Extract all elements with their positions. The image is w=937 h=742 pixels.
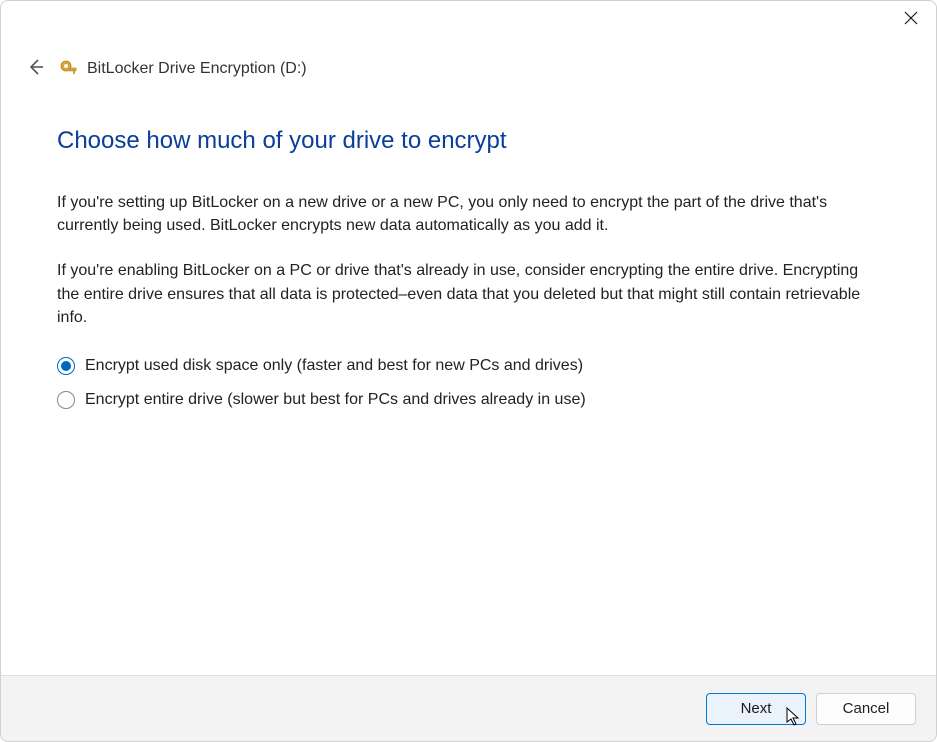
header-row: BitLocker Drive Encryption (D:) xyxy=(1,57,936,87)
option-encrypt-used-only[interactable]: Encrypt used disk space only (faster and… xyxy=(57,357,880,375)
header-title-wrap: BitLocker Drive Encryption (D:) xyxy=(59,59,307,79)
radio-icon xyxy=(57,391,75,409)
cancel-button[interactable]: Cancel xyxy=(816,693,916,725)
radio-icon xyxy=(57,357,75,375)
wizard-window: BitLocker Drive Encryption (D:) Choose h… xyxy=(0,0,937,742)
description-paragraph-2: If you're enabling BitLocker on a PC or … xyxy=(57,259,880,329)
close-button[interactable] xyxy=(900,9,922,31)
page-heading: Choose how much of your drive to encrypt xyxy=(57,127,880,155)
option-encrypt-entire-drive[interactable]: Encrypt entire drive (slower but best fo… xyxy=(57,391,880,409)
bitlocker-key-icon xyxy=(59,59,79,79)
content-area: Choose how much of your drive to encrypt… xyxy=(1,87,936,675)
option-label: Encrypt used disk space only (faster and… xyxy=(85,357,583,375)
option-label: Encrypt entire drive (slower but best fo… xyxy=(85,391,586,409)
arrow-left-icon xyxy=(26,58,44,80)
back-button[interactable] xyxy=(23,57,47,81)
close-icon xyxy=(904,11,918,29)
wizard-footer: Next Cancel xyxy=(1,675,936,741)
titlebar xyxy=(1,1,936,41)
description-paragraph-1: If you're setting up BitLocker on a new … xyxy=(57,191,880,237)
header-title: BitLocker Drive Encryption (D:) xyxy=(87,60,307,78)
next-button[interactable]: Next xyxy=(706,693,806,725)
encryption-options: Encrypt used disk space only (faster and… xyxy=(57,357,880,409)
